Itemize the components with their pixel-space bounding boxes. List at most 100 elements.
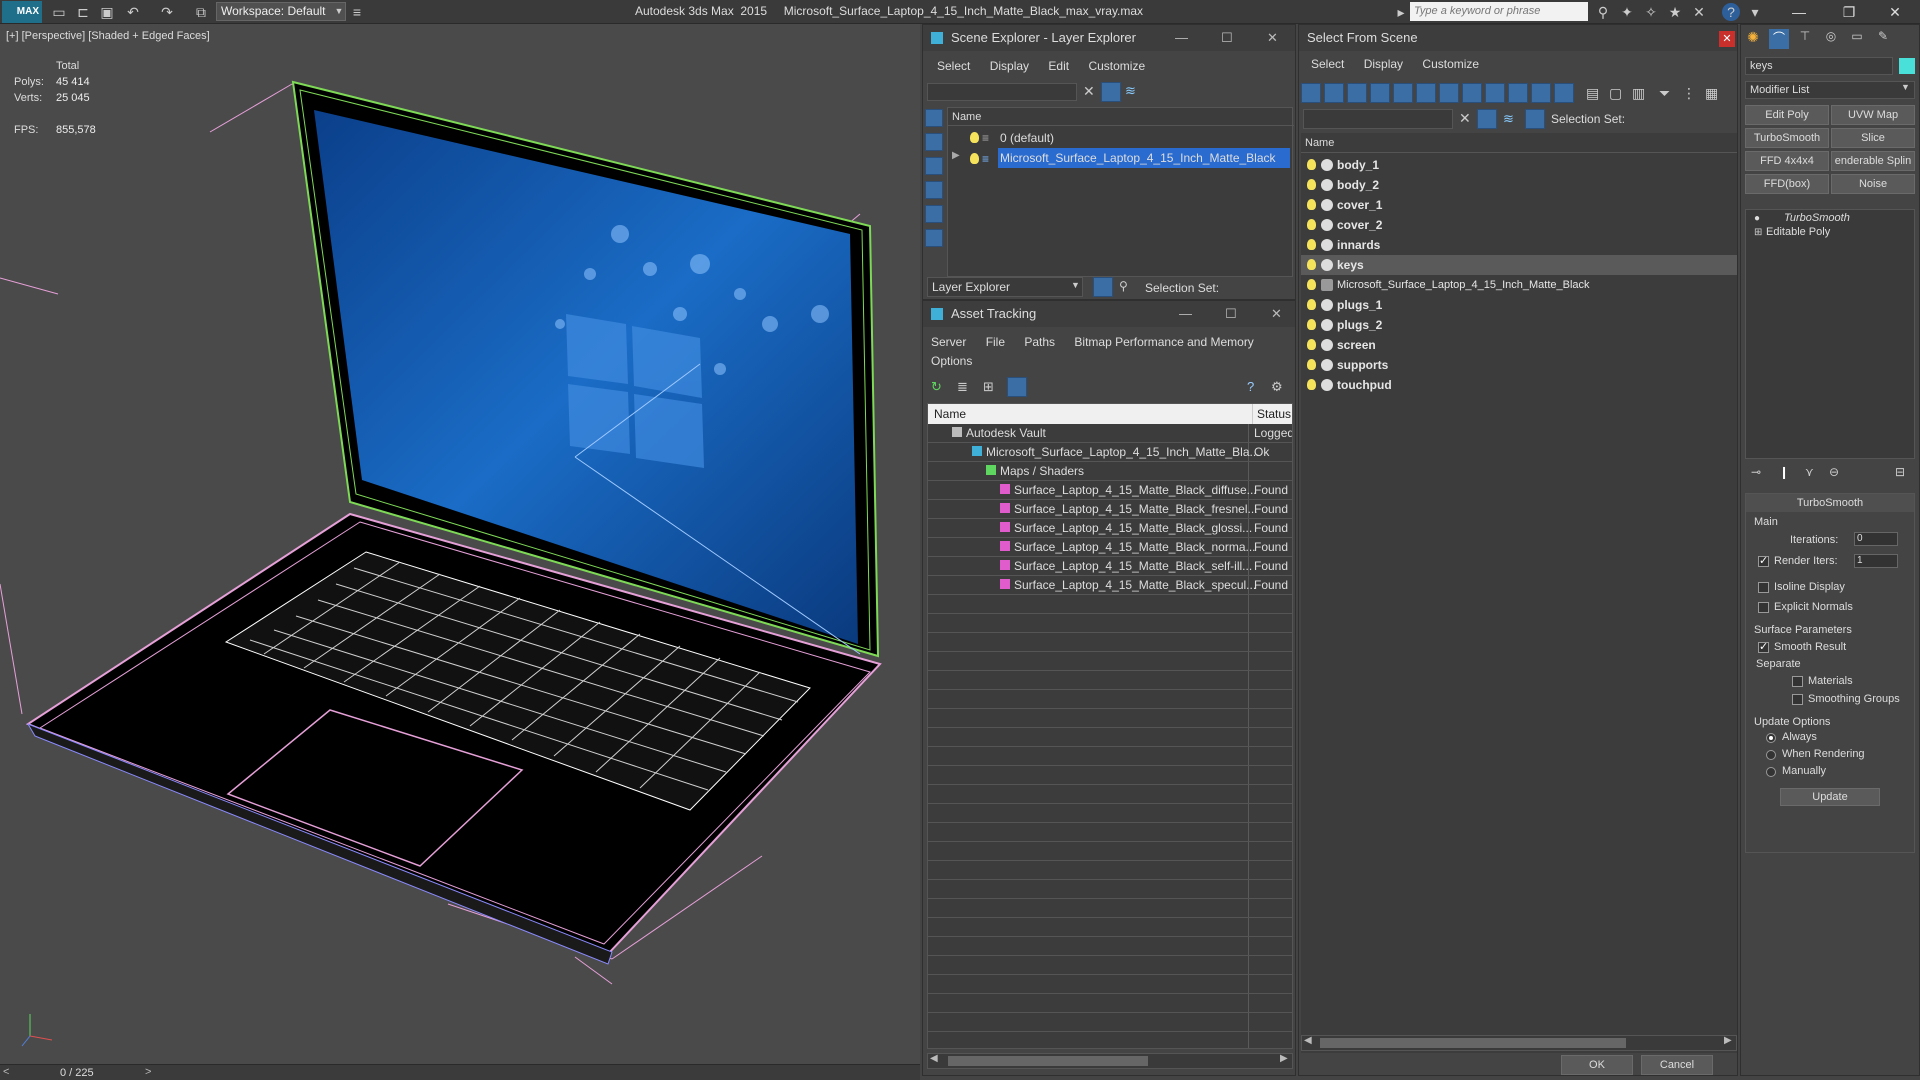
table-row[interactable]: [928, 861, 1292, 880]
list-item[interactable]: plugs_1: [1301, 295, 1737, 315]
cancel-button[interactable]: Cancel: [1641, 1055, 1713, 1075]
display-containers-icon[interactable]: [1508, 83, 1528, 103]
minimize-icon[interactable]: —: [1179, 301, 1192, 327]
table-row[interactable]: [928, 671, 1292, 690]
display-shapes-icon[interactable]: [925, 133, 943, 151]
menu-select[interactable]: Select: [937, 59, 970, 73]
list-item[interactable]: body_1: [1301, 155, 1737, 175]
clear-search-icon[interactable]: ✕: [1459, 110, 1471, 127]
light-bulb-icon[interactable]: [1307, 239, 1316, 250]
table-row[interactable]: Autodesk Vault Logged: [928, 424, 1292, 443]
light-bulb-icon[interactable]: [1307, 359, 1316, 370]
chevron-down-icon[interactable]: ▾: [1746, 3, 1764, 21]
table-row[interactable]: [928, 937, 1292, 956]
undo-icon[interactable]: ↶: [124, 3, 142, 21]
display-spacewarps-icon[interactable]: [925, 229, 943, 247]
motion-tab-icon[interactable]: ◎: [1821, 29, 1841, 49]
menu-file[interactable]: File: [986, 335, 1005, 349]
display-hidden-icon[interactable]: [1554, 83, 1574, 103]
ok-button[interactable]: OK: [1561, 1055, 1633, 1075]
display-tab-icon[interactable]: ▭: [1847, 29, 1867, 49]
display-xrefs-icon[interactable]: [1462, 83, 1482, 103]
scroll-left-icon[interactable]: ◀: [930, 1053, 938, 1064]
scroll-right-icon[interactable]: ▶: [1280, 1053, 1288, 1064]
tools-icon[interactable]: ✕: [1690, 3, 1708, 21]
menu-server[interactable]: Server: [931, 335, 966, 349]
light-bulb-icon[interactable]: [970, 153, 979, 164]
display-lights-icon[interactable]: [925, 157, 943, 175]
modifier-button[interactable]: FFD(box): [1745, 174, 1829, 194]
utilities-tab-icon[interactable]: ✎: [1873, 29, 1893, 49]
chevron-down-icon[interactable]: ▼: [1071, 280, 1080, 290]
light-bulb-icon[interactable]: [1307, 159, 1316, 170]
light-bulb-icon[interactable]: [1307, 199, 1316, 210]
smooth-result-checkbox[interactable]: [1758, 640, 1769, 653]
iterations-spinner[interactable]: 0: [1854, 532, 1898, 546]
display-frozen-icon[interactable]: [1531, 83, 1551, 103]
display-cameras-icon[interactable]: [925, 181, 943, 199]
hierarchy-tab-icon[interactable]: ⊤: [1795, 29, 1815, 49]
light-bulb-icon[interactable]: [1307, 339, 1316, 350]
search-toggle-icon[interactable]: ▸: [1392, 3, 1410, 21]
display-geometry-icon[interactable]: [925, 109, 943, 127]
list-item[interactable]: innards: [1301, 235, 1737, 255]
always-radio[interactable]: [1766, 733, 1776, 743]
materials-checkbox[interactable]: [1792, 676, 1803, 687]
display-bones-icon[interactable]: [1485, 83, 1505, 103]
menu-customize[interactable]: Customize: [1422, 57, 1479, 71]
render-iters-spinner[interactable]: 1: [1854, 554, 1898, 568]
list-item[interactable]: body_2: [1301, 175, 1737, 195]
scroll-right-icon[interactable]: ▶: [1724, 1035, 1732, 1046]
scene-search-input[interactable]: [927, 83, 1077, 101]
table-row[interactable]: [928, 614, 1292, 633]
layer-explorer-icon[interactable]: [1093, 277, 1113, 297]
list-item[interactable]: supports: [1301, 355, 1737, 375]
close-icon[interactable]: ✕: [1880, 2, 1910, 22]
binoculars-icon[interactable]: ⚲: [1594, 3, 1612, 21]
display-helpers-icon[interactable]: [925, 205, 943, 223]
favorites-icon[interactable]: ★: [1666, 3, 1684, 21]
light-bulb-icon[interactable]: [1307, 179, 1316, 190]
display-helpers-icon[interactable]: [1393, 83, 1413, 103]
list-item[interactable]: plugs_2: [1301, 315, 1737, 335]
asset-tracking-title[interactable]: Asset Tracking: [923, 301, 1295, 327]
horizontal-scrollbar[interactable]: ◀ ▶: [1301, 1035, 1737, 1051]
display-groups-icon[interactable]: [1439, 83, 1459, 103]
menu-display[interactable]: Display: [1364, 57, 1403, 71]
table-row[interactable]: [928, 595, 1292, 614]
hierarchy-icon[interactable]: ⚲: [1119, 279, 1128, 293]
refresh-icon[interactable]: ↻: [931, 379, 942, 395]
list-item[interactable]: touchpud: [1301, 375, 1737, 395]
table-row[interactable]: [928, 975, 1292, 994]
grid-view-icon[interactable]: [1007, 377, 1027, 397]
time-frame-counter[interactable]: 0 / 225: [60, 1067, 94, 1079]
close-icon[interactable]: ✕: [1719, 31, 1735, 47]
column-status[interactable]: Status: [1252, 404, 1291, 424]
isoline-checkbox[interactable]: [1758, 582, 1769, 593]
time-prev-button[interactable]: <: [3, 1066, 9, 1078]
table-row[interactable]: [928, 918, 1292, 937]
filter-icon[interactable]: ⏷: [1659, 85, 1670, 102]
list-item[interactable]: keys: [1301, 255, 1737, 275]
object-name-input[interactable]: keys: [1745, 57, 1893, 75]
filter-icon[interactable]: [1477, 109, 1497, 129]
table-row[interactable]: [928, 709, 1292, 728]
table-row[interactable]: [928, 633, 1292, 652]
table-row[interactable]: Surface_Laptop_4_15_Matte_Black_diffuse.…: [928, 481, 1292, 500]
perspective-viewport[interactable]: [+] [Perspective] [Shaded + Edged Faces]…: [0, 24, 920, 1064]
table-row[interactable]: Surface_Laptop_4_15_Matte_Black_fresnel.…: [928, 500, 1292, 519]
menu-icon[interactable]: ≡: [348, 3, 366, 21]
modifier-button[interactable]: enderable Splin: [1831, 151, 1915, 171]
select-none-icon[interactable]: ▢: [1609, 85, 1622, 102]
layer-tools-icon[interactable]: ≋: [1125, 83, 1136, 99]
table-row[interactable]: [928, 1013, 1292, 1032]
column-name[interactable]: Name: [934, 404, 966, 424]
modifier-button[interactable]: UVW Map: [1831, 105, 1915, 125]
menu-bitmap-performance[interactable]: Bitmap Performance and Memory: [1074, 335, 1253, 349]
layer-item-laptop[interactable]: Microsoft_Surface_Laptop_4_15_Inch_Matte…: [998, 148, 1290, 168]
help-icon[interactable]: ?: [1722, 3, 1740, 21]
scrollbar-thumb[interactable]: [1320, 1038, 1626, 1048]
modifier-button[interactable]: FFD 4x4x4: [1745, 151, 1829, 171]
explicit-normals-checkbox[interactable]: [1758, 602, 1769, 613]
light-bulb-icon[interactable]: ●: [1754, 213, 1760, 224]
